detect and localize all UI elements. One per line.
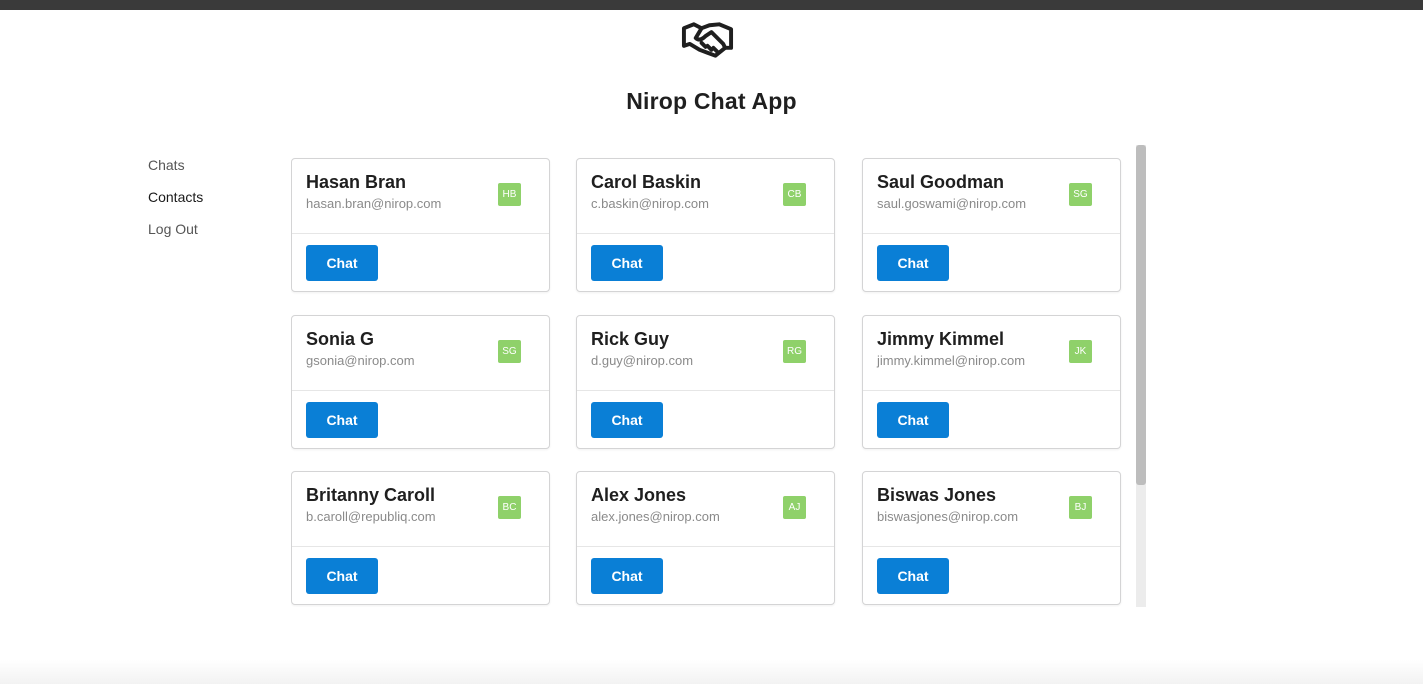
contact-card: Saul Goodman saul.goswami@nirop.com SG C… xyxy=(862,158,1121,292)
nav-item-log-out[interactable]: Log Out xyxy=(148,221,258,253)
contact-avatar: RG xyxy=(783,340,806,363)
chat-button[interactable]: Chat xyxy=(591,402,663,438)
page-title: Nirop Chat App xyxy=(626,88,797,114)
contact-card: Rick Guy d.guy@nirop.com RG Chat xyxy=(576,315,835,449)
contact-card-header: Carol Baskin c.baskin@nirop.com CB xyxy=(577,159,834,234)
contacts-grid[interactable]: Hasan Bran hasan.bran@nirop.com HB Chat … xyxy=(291,145,1147,607)
contact-card-header: Hasan Bran hasan.bran@nirop.com HB xyxy=(292,159,549,234)
contact-card-header: Sonia G gsonia@nirop.com SG xyxy=(292,316,549,391)
chat-button[interactable]: Chat xyxy=(306,245,378,281)
contact-card: Alex Jones alex.jones@nirop.com AJ Chat xyxy=(576,471,835,605)
contact-card: Sonia G gsonia@nirop.com SG Chat xyxy=(291,315,550,449)
scrollbar-thumb[interactable] xyxy=(1136,145,1146,485)
chat-button[interactable]: Chat xyxy=(877,402,949,438)
chat-button[interactable]: Chat xyxy=(591,558,663,594)
contact-card-header: Rick Guy d.guy@nirop.com RG xyxy=(577,316,834,391)
contact-avatar: BJ xyxy=(1069,496,1092,519)
contact-card: Biswas Jones biswasjones@nirop.com BJ Ch… xyxy=(862,471,1121,605)
chat-button[interactable]: Chat xyxy=(306,402,378,438)
bottom-divider xyxy=(0,660,1423,684)
contact-avatar: BC xyxy=(498,496,521,519)
contact-card-header: Biswas Jones biswasjones@nirop.com BJ xyxy=(863,472,1120,547)
nav-item-contacts[interactable]: Contacts xyxy=(148,189,258,221)
contact-avatar: CB xyxy=(783,183,806,206)
contact-card: Carol Baskin c.baskin@nirop.com CB Chat xyxy=(576,158,835,292)
contact-card-header: Saul Goodman saul.goswami@nirop.com SG xyxy=(863,159,1120,234)
chat-button[interactable]: Chat xyxy=(306,558,378,594)
handshake-icon xyxy=(681,22,734,58)
contact-avatar: JK xyxy=(1069,340,1092,363)
contact-card-header: Alex Jones alex.jones@nirop.com AJ xyxy=(577,472,834,547)
contact-card: Jimmy Kimmel jimmy.kimmel@nirop.com JK C… xyxy=(862,315,1121,449)
contact-card: Britanny Caroll b.caroll@republiq.com BC… xyxy=(291,471,550,605)
contact-avatar: AJ xyxy=(783,496,806,519)
chat-button[interactable]: Chat xyxy=(591,245,663,281)
contact-avatar: HB xyxy=(498,183,521,206)
window-top-bar xyxy=(0,0,1423,10)
contact-avatar: SG xyxy=(1069,183,1092,206)
sidebar-nav: Chats Contacts Log Out xyxy=(148,157,258,253)
chat-button[interactable]: Chat xyxy=(877,558,949,594)
contact-card-header: Jimmy Kimmel jimmy.kimmel@nirop.com JK xyxy=(863,316,1120,391)
contact-card: Hasan Bran hasan.bran@nirop.com HB Chat xyxy=(291,158,550,292)
chat-button[interactable]: Chat xyxy=(877,245,949,281)
contact-avatar: SG xyxy=(498,340,521,363)
nav-item-chats[interactable]: Chats xyxy=(148,157,258,189)
contact-card-header: Britanny Caroll b.caroll@republiq.com BC xyxy=(292,472,549,547)
